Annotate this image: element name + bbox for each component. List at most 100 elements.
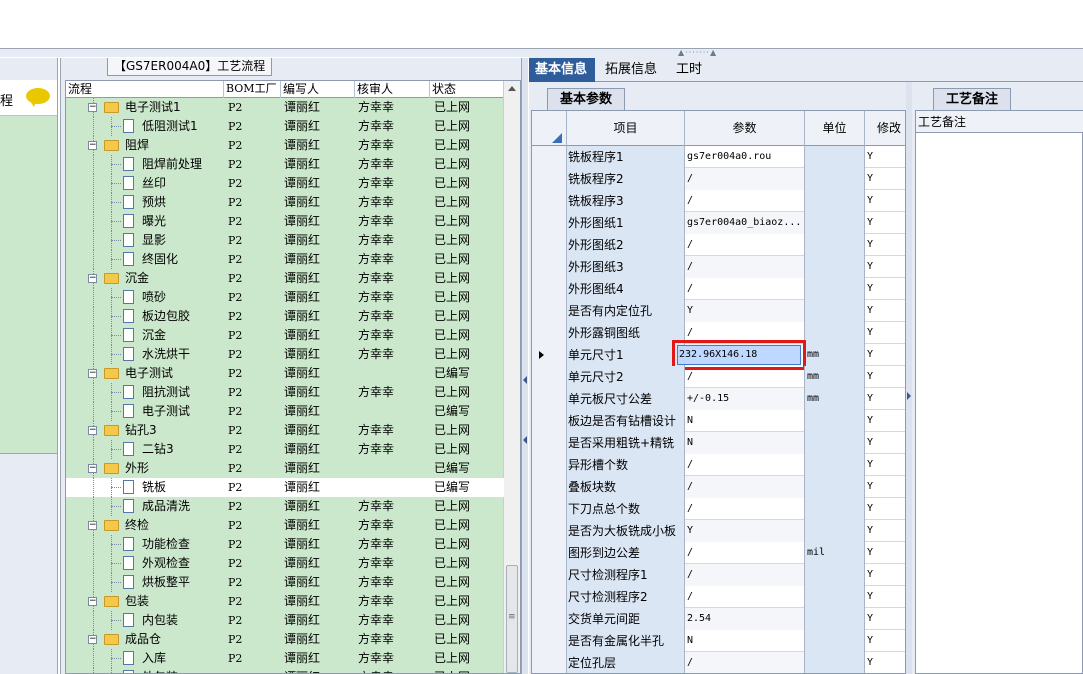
tree-row[interactable]: − 电子测试 P2 谭丽红 已编写 (66, 364, 504, 383)
tree-row[interactable]: 水洗烘干 P2 谭丽红 方幸幸 已上网 (66, 345, 504, 364)
param-value-cell[interactable]: / (685, 586, 805, 608)
collapse-toggle-icon[interactable]: − (88, 141, 97, 150)
tree-row[interactable]: 阻焊前处理 P2 谭丽红 方幸幸 已上网 (66, 155, 504, 174)
param-value-cell[interactable]: / (685, 278, 805, 300)
param-unit-cell[interactable] (805, 564, 865, 586)
tree-row[interactable]: 烘板整平 P2 谭丽红 方幸幸 已上网 (66, 573, 504, 592)
row-indicator[interactable] (532, 234, 567, 256)
scroll-thumb[interactable]: ≡ (506, 565, 518, 673)
param-modify-cell[interactable]: Y (865, 146, 905, 168)
param-unit-cell[interactable]: mm (805, 366, 865, 388)
col-header-reviewer[interactable]: 核审人 (355, 81, 430, 98)
splitter-grip-icon[interactable]: ▲·······▲ (678, 49, 738, 57)
row-indicator[interactable] (532, 410, 567, 432)
param-modify-cell[interactable]: Y (865, 300, 905, 322)
row-indicator[interactable] (532, 454, 567, 476)
param-row[interactable]: 铣板程序3/ Y (532, 190, 905, 212)
param-modify-cell[interactable]: Y (865, 168, 905, 190)
param-value-cell[interactable]: / (685, 234, 805, 256)
collapse-left-icon[interactable] (523, 376, 527, 384)
param-modify-cell[interactable]: Y (865, 278, 905, 300)
col-header-flow[interactable]: 流程 (66, 81, 224, 98)
collapse-left-icon[interactable] (523, 436, 527, 444)
param-value-cell[interactable]: / (685, 168, 805, 190)
param-unit-cell[interactable] (805, 146, 865, 168)
chat-bubble-icon[interactable] (26, 88, 50, 107)
param-row[interactable]: 是否有内定位孔 Y Y (532, 300, 905, 322)
tree-row[interactable]: 成品清洗 P2 谭丽红 方幸幸 已上网 (66, 497, 504, 516)
param-row[interactable]: 是否采用粗铣+精铣 N Y (532, 432, 905, 454)
param-modify-cell[interactable]: Y (865, 608, 905, 630)
row-indicator[interactable] (532, 564, 567, 586)
col-header-bom[interactable]: BOM工厂 (224, 81, 281, 98)
param-unit-cell[interactable] (805, 256, 865, 278)
param-row[interactable]: 叠板块数 / Y (532, 476, 905, 498)
param-unit-cell[interactable] (805, 322, 865, 344)
row-indicator[interactable] (532, 212, 567, 234)
middle-right-splitter[interactable] (522, 58, 528, 674)
param-modify-cell[interactable]: Y (865, 256, 905, 278)
tab-basic-info[interactable]: 基本信息 (529, 58, 595, 82)
param-unit-cell[interactable] (805, 278, 865, 300)
row-indicator[interactable] (532, 300, 567, 322)
param-unit-cell[interactable]: mm (805, 344, 865, 366)
param-modify-cell[interactable]: Y (865, 190, 905, 212)
param-modify-cell[interactable]: Y (865, 652, 905, 673)
subtab-basic-params[interactable]: 基本参数 (547, 88, 625, 110)
param-row[interactable]: 异形槽个数 / Y (532, 454, 905, 476)
param-unit-cell[interactable] (805, 190, 865, 212)
row-indicator[interactable] (532, 520, 567, 542)
param-row[interactable]: 铣板程序1 gs7er004a0.rou Y (532, 146, 905, 168)
col-header-item[interactable]: 项目 (567, 111, 685, 146)
tree-vertical-scrollbar[interactable]: ≡ (503, 81, 520, 673)
param-unit-cell[interactable] (805, 432, 865, 454)
param-value-cell[interactable]: / (685, 542, 805, 564)
row-indicator[interactable] (532, 652, 567, 673)
collapse-right-icon[interactable] (907, 392, 911, 400)
param-value-cell[interactable]: +/-0.15 (685, 388, 805, 410)
param-modify-cell[interactable]: Y (865, 498, 905, 520)
param-modify-cell[interactable]: Y (865, 432, 905, 454)
tree-row[interactable]: − 钻孔3 P2 谭丽红 方幸幸 已上网 (66, 421, 504, 440)
param-modify-cell[interactable]: Y (865, 542, 905, 564)
tree-row[interactable]: 沉金 P2 谭丽红 方幸幸 已上网 (66, 326, 504, 345)
tab-work-hours[interactable]: 工时 (670, 58, 708, 82)
top-splitter-band[interactable] (0, 49, 1083, 57)
row-indicator[interactable] (532, 388, 567, 410)
collapse-toggle-icon[interactable]: − (88, 103, 97, 112)
param-row[interactable]: 尺寸检测程序2/ Y (532, 586, 905, 608)
row-indicator[interactable] (532, 498, 567, 520)
row-indicator[interactable] (532, 542, 567, 564)
param-modify-cell[interactable]: Y (865, 630, 905, 652)
tree-row[interactable]: 阻抗测试 P2 谭丽红 方幸幸 已上网 (66, 383, 504, 402)
tree-row[interactable]: 电子测试 P2 谭丽红 已编写 (66, 402, 504, 421)
tree-row[interactable]: 外包装 P2 谭丽红 方幸幸 已上网 (66, 668, 504, 673)
tree-row[interactable]: − 阻焊 P2 谭丽红 方幸幸 已上网 (66, 136, 504, 155)
tree-row[interactable]: 外观检查 P2 谭丽红 方幸幸 已上网 (66, 554, 504, 573)
row-indicator[interactable] (532, 278, 567, 300)
param-value-cell[interactable]: gs7er004a0_biaoz... (685, 212, 805, 234)
param-row[interactable]: 是否为大板铣成小板 Y Y (532, 520, 905, 542)
row-indicator[interactable] (532, 630, 567, 652)
param-unit-cell[interactable] (805, 212, 865, 234)
param-modify-cell[interactable]: Y (865, 322, 905, 344)
subtab-process-notes[interactable]: 工艺备注 (933, 88, 1011, 110)
tree-row[interactable]: 二钻3 P2 谭丽红 方幸幸 已上网 (66, 440, 504, 459)
param-value-cell[interactable]: N (685, 630, 805, 652)
param-row[interactable]: 外形图纸3/ Y (532, 256, 905, 278)
col-header-param[interactable]: 参数 (685, 111, 805, 146)
tree-row[interactable]: − 成品仓 P2 谭丽红 方幸幸 已上网 (66, 630, 504, 649)
param-row[interactable]: 外形图纸1 gs7er004a0_biaoz... Y (532, 212, 905, 234)
param-modify-cell[interactable]: Y (865, 520, 905, 542)
param-unit-cell[interactable] (805, 608, 865, 630)
tree-row[interactable]: − 电子测试1 P2 谭丽红 方幸幸 已上网 (66, 98, 504, 117)
tree-row[interactable]: 内包装 P2 谭丽红 方幸幸 已上网 (66, 611, 504, 630)
param-value-cell[interactable]: / (685, 454, 805, 476)
param-row[interactable]: 单元板尺寸公差 +/-0.15 mm Y (532, 388, 905, 410)
tree-row[interactable]: − 包装 P2 谭丽红 方幸幸 已上网 (66, 592, 504, 611)
row-indicator[interactable] (532, 608, 567, 630)
param-value-cell[interactable]: / (685, 256, 805, 278)
tree-row[interactable]: 终固化 P2 谭丽红 方幸幸 已上网 (66, 250, 504, 269)
param-unit-cell[interactable] (805, 652, 865, 673)
param-modify-cell[interactable]: Y (865, 410, 905, 432)
